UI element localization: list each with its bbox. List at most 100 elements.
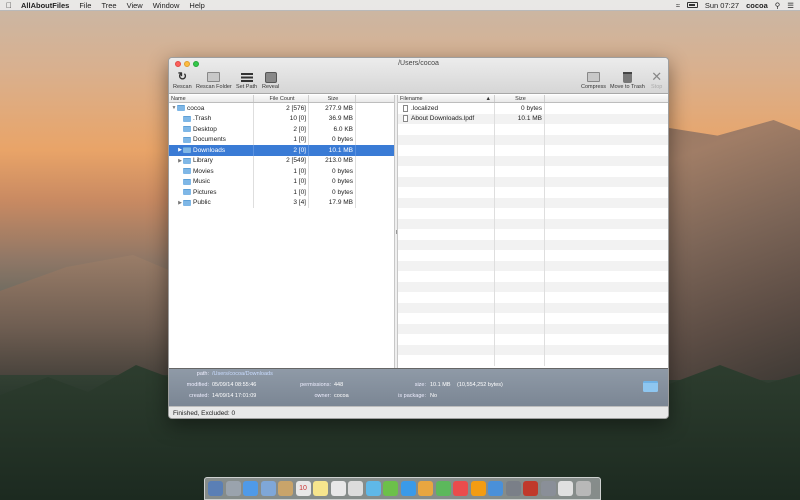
column-header-file-size[interactable]: Size [495,95,545,102]
empty-cell [398,197,495,208]
dock-app-icon[interactable] [330,481,346,496]
notification-center-icon[interactable]: ☰ [787,1,794,10]
dock-app-icon[interactable] [488,481,503,496]
empty-cell [398,334,495,345]
dock-app-icon[interactable] [365,481,381,496]
column-header-file-count[interactable]: File Count [254,95,309,102]
empty-row [398,218,668,229]
tree-row[interactable]: .Trash 10 [0] 36.9 MB [169,113,394,124]
empty-cell [545,166,668,177]
empty-row [398,166,668,177]
set-path-button[interactable]: Set Path [236,70,257,90]
folder-icon [183,136,191,143]
menu-help[interactable]: Help [189,1,204,10]
tree-row[interactable]: ▶ Library 2 [549] 213.0 MB [169,155,394,166]
tree-row[interactable]: ▶ Downloads 2 [0] 10.1 MB [169,145,394,156]
rescan-button[interactable]: ↻ Rescan [173,70,192,90]
stop-button[interactable]: ✕ Stop [651,70,662,91]
file-row[interactable]: About Downloads.lpdf 10.1 MB [398,113,668,124]
tree-row[interactable]: Desktop 2 [0] 6.0 KB [169,124,394,135]
tree-row[interactable]: Music 1 [0] 0 bytes [169,176,394,188]
dock-app-icon[interactable] [208,481,223,496]
empty-cell [398,250,495,261]
tree-row-spacer [356,177,394,188]
tree-row-size: 6.0 KB [309,124,356,135]
empty-cell [495,176,545,187]
compress-button[interactable]: Compress [581,70,606,90]
empty-cell [398,260,495,271]
dock-app-icon[interactable] [383,481,398,496]
spotlight-icon[interactable]: ⚲ [775,1,781,10]
column-header-name[interactable]: Name [169,95,254,102]
file-list-pane[interactable]: Filename ▲ Size .localized 0 bytes About Do… [398,95,668,368]
move-to-trash-button[interactable]: Move to Trash [610,70,645,90]
dock-app-icon[interactable] [243,481,258,496]
empty-cell [545,187,668,198]
empty-cell [545,177,668,188]
dock-app-icon[interactable] [348,481,363,496]
dock-app-icon[interactable] [400,481,416,496]
reveal-button[interactable]: Reveal [262,70,279,90]
dock-app-icon[interactable] [225,481,241,496]
trash-icon [622,71,632,83]
empty-cell [398,218,495,229]
dock-app-icon[interactable] [523,481,538,496]
dock-app-icon[interactable] [575,481,591,496]
battery-icon[interactable] [686,2,698,8]
dock-calendar-icon[interactable]: 10 [295,481,311,496]
column-header-filename[interactable]: Filename ▲ [398,95,495,102]
tree-row[interactable]: ▶ Public 3 [4] 17.9 MB [169,197,394,208]
empty-row [398,260,668,271]
menubar-clock[interactable]: Sun 07:27 [705,1,739,10]
tree-row[interactable]: Documents 1 [0] 0 bytes [169,134,394,145]
dock-app-icon[interactable] [278,481,293,496]
tree-row-spacer [356,124,394,135]
size-bytes-value: (10,554,252 bytes) [457,382,503,388]
tree-row-size: 0 bytes [309,187,356,198]
dock-app-icon[interactable] [260,481,276,496]
column-header-size[interactable]: Size [309,95,356,102]
is-package-value: No [430,393,438,399]
menu-window[interactable]: Window [153,1,180,10]
file-row-name: About Downloads.lpdf [411,115,475,123]
owner-value: cocoa [334,393,349,399]
dock-app-icon[interactable] [470,481,486,496]
folder-tree-pane[interactable]: Name File Count Size ▼ cocoa 2 [576] 277.9 … [169,95,395,368]
wifi-icon[interactable]: ≈ [676,1,680,10]
app-menu[interactable]: AllAboutFiles [21,1,69,10]
rescan-folder-button[interactable]: Rescan Folder [196,70,232,90]
tree-row-name: Music [193,178,210,186]
empty-cell [545,240,668,251]
menubar-user[interactable]: cocoa [746,1,768,10]
tree-row[interactable]: Pictures 1 [0] 0 bytes [169,187,394,198]
reveal-label: Reveal [262,84,280,90]
apple-menu-icon[interactable]:  [6,1,12,10]
tree-row[interactable]: Movies 1 [0] 0 bytes [169,166,394,177]
files-header: Filename ▲ Size [398,95,668,103]
menu-file[interactable]: File [79,1,91,10]
dock-app-icon[interactable] [313,481,328,496]
file-row-name: .localized [411,104,439,112]
file-row[interactable]: .localized 0 bytes [398,103,668,114]
is-package-label: is package: [398,393,426,399]
dock-app-icon[interactable] [435,481,451,496]
empty-cell [495,155,545,166]
empty-cell [495,344,545,355]
file-row-size: 10.1 MB [495,113,545,124]
tree-row-size: 17.9 MB [309,197,356,208]
dock-app-icon[interactable] [505,481,521,496]
menu-tree[interactable]: Tree [101,1,116,10]
empty-cell [495,124,545,135]
menu-view[interactable]: View [127,1,143,10]
tree-row-count: 2 [549] [254,155,309,166]
empty-cell [495,323,545,334]
empty-cell [545,303,668,314]
tree-row-size: 277.9 MB [309,103,356,114]
dock-app-icon[interactable] [453,481,468,496]
tree-row-spacer [356,166,394,177]
dock-app-icon[interactable] [540,481,556,496]
tree-row[interactable]: ▼ cocoa 2 [576] 277.9 MB [169,103,394,114]
dock-app-icon[interactable] [418,481,433,496]
dock-app-icon[interactable] [558,481,573,496]
empty-row [398,334,668,345]
